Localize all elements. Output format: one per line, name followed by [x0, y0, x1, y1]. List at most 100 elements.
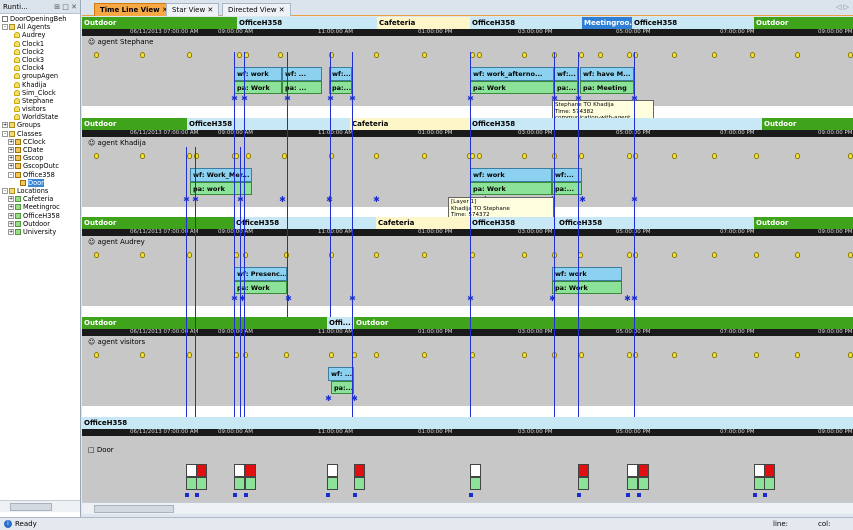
- communication-marker-icon[interactable]: ✱: [579, 196, 586, 204]
- workflow-block[interactable]: wf: work: [470, 168, 552, 182]
- lightbulb-icon[interactable]: [672, 352, 677, 358]
- lightbulb-icon[interactable]: [754, 352, 759, 358]
- lightbulb-icon[interactable]: [848, 252, 853, 258]
- activity-block[interactable]: pa: Work: [552, 281, 622, 294]
- lightbulb-icon[interactable]: [598, 52, 603, 58]
- lightbulb-icon[interactable]: [848, 153, 853, 159]
- lightbulb-icon[interactable]: [140, 153, 145, 159]
- lightbulb-icon[interactable]: [848, 352, 853, 358]
- lightbulb-icon[interactable]: [848, 52, 853, 58]
- workflow-block[interactable]: wf: work: [234, 67, 282, 81]
- lightbulb-icon[interactable]: [522, 352, 527, 358]
- door-state-icon[interactable]: [764, 464, 775, 477]
- tree-item[interactable]: WorldState: [0, 113, 80, 121]
- tree-item[interactable]: - Classes: [0, 130, 80, 138]
- workflow-block[interactable]: wf: Work_Mer...: [190, 168, 252, 182]
- door-state-icon[interactable]: [578, 464, 589, 477]
- lightbulb-icon[interactable]: [246, 153, 251, 159]
- lightbulb-icon[interactable]: [672, 252, 677, 258]
- workflow-block[interactable]: wf: work: [552, 267, 622, 281]
- lightbulb-icon[interactable]: [94, 153, 99, 159]
- workflow-block[interactable]: wf: ...: [328, 367, 354, 381]
- lightbulb-icon[interactable]: [94, 352, 99, 358]
- door-state-icon[interactable]: [354, 464, 365, 477]
- lightbulb-icon[interactable]: [712, 153, 717, 159]
- communication-marker-icon[interactable]: ✱: [624, 295, 631, 303]
- activity-block[interactable]: pa: Work: [234, 81, 282, 94]
- tree-item[interactable]: + CClock: [0, 138, 80, 146]
- lightbulb-icon[interactable]: [712, 252, 717, 258]
- expand-toggle-icon[interactable]: -: [8, 171, 14, 178]
- tree-item[interactable]: - Locations: [0, 187, 80, 195]
- door-state-icon[interactable]: [470, 464, 481, 477]
- timeline-horizontal-scrollbar[interactable]: [82, 502, 853, 514]
- tree-item[interactable]: Clock1: [0, 40, 80, 48]
- activity-block[interactable]: pa: work: [190, 182, 252, 195]
- workflow-block[interactable]: wf:...: [329, 67, 352, 81]
- tab-directed-view[interactable]: Directed View ✕: [222, 3, 291, 16]
- expand-toggle-icon[interactable]: +: [8, 212, 14, 219]
- lightbulb-icon[interactable]: [329, 352, 334, 358]
- tree-item[interactable]: DoorOpeningBeh: [0, 15, 80, 23]
- expand-toggle-icon[interactable]: -: [2, 24, 8, 31]
- tree-item[interactable]: - Office358: [0, 171, 80, 179]
- lightbulb-icon[interactable]: [795, 52, 800, 58]
- tree-item[interactable]: + Outdoor: [0, 220, 80, 228]
- lightbulb-icon[interactable]: [422, 252, 427, 258]
- lightbulb-icon[interactable]: [522, 252, 527, 258]
- tree-item[interactable]: Audrey: [0, 31, 80, 39]
- lightbulb-icon[interactable]: [187, 52, 192, 58]
- activity-block[interactable]: pa: Work: [470, 81, 554, 94]
- lightbulb-icon[interactable]: [627, 352, 632, 358]
- tree-item[interactable]: Clock2: [0, 48, 80, 56]
- tree-item[interactable]: visitors: [0, 105, 80, 113]
- tab-star-view[interactable]: Star View ✕: [166, 3, 220, 16]
- tree-item[interactable]: Clock4: [0, 64, 80, 72]
- lightbulb-icon[interactable]: [374, 153, 379, 159]
- door-state-icon[interactable]: [234, 464, 245, 477]
- lightbulb-icon[interactable]: [795, 252, 800, 258]
- expand-toggle-icon[interactable]: +: [8, 147, 14, 153]
- activity-block[interactable]: pa: ...: [282, 81, 322, 94]
- tree-item[interactable]: + OfficeH358: [0, 212, 80, 220]
- lightbulb-icon[interactable]: [140, 252, 145, 258]
- expand-toggle-icon[interactable]: +: [8, 228, 14, 235]
- expand-toggle-icon[interactable]: +: [2, 122, 8, 129]
- lightbulb-icon[interactable]: [237, 52, 242, 58]
- expand-toggle-icon[interactable]: +: [8, 138, 14, 145]
- door-state-icon[interactable]: [638, 464, 649, 477]
- tree-item[interactable]: Clock3: [0, 56, 80, 64]
- communication-marker-icon[interactable]: ✱: [279, 196, 286, 204]
- lightbulb-icon[interactable]: [374, 352, 379, 358]
- workflow-block[interactable]: wf: have M...: [580, 67, 634, 81]
- expand-toggle-icon[interactable]: +: [8, 155, 14, 162]
- lightbulb-icon[interactable]: [187, 153, 192, 159]
- lightbulb-icon[interactable]: [579, 52, 584, 58]
- lightbulb-icon[interactable]: [140, 52, 145, 58]
- workflow-block[interactable]: wf: work_afterno...: [470, 67, 554, 81]
- lightbulb-icon[interactable]: [754, 252, 759, 258]
- lightbulb-icon[interactable]: [712, 52, 717, 58]
- lightbulb-icon[interactable]: [754, 153, 759, 159]
- lightbulb-icon[interactable]: [750, 52, 755, 58]
- activity-block[interactable]: pa: Work: [234, 281, 287, 294]
- lightbulb-icon[interactable]: [477, 52, 482, 58]
- lightbulb-icon[interactable]: [94, 52, 99, 58]
- workflow-block[interactable]: wf:...: [554, 67, 578, 81]
- lightbulb-icon[interactable]: [477, 153, 482, 159]
- tree-item[interactable]: + CDate: [0, 146, 80, 154]
- tree-item[interactable]: Door: [0, 178, 80, 187]
- lightbulb-icon[interactable]: [627, 52, 632, 58]
- door-state-icon[interactable]: [245, 464, 256, 477]
- communication-marker-icon[interactable]: ✱: [325, 395, 332, 403]
- activity-block[interactable]: pa:...: [331, 381, 354, 394]
- lightbulb-icon[interactable]: [94, 252, 99, 258]
- expand-toggle-icon[interactable]: +: [8, 204, 14, 211]
- panel-controls[interactable]: ⊞ □ ✕: [54, 0, 77, 14]
- tree-item[interactable]: + Groups: [0, 121, 80, 129]
- expand-toggle-icon[interactable]: -: [2, 187, 8, 194]
- lightbulb-icon[interactable]: [795, 352, 800, 358]
- lightbulb-icon[interactable]: [795, 153, 800, 159]
- lightbulb-icon[interactable]: [422, 153, 427, 159]
- lightbulb-icon[interactable]: [579, 153, 584, 159]
